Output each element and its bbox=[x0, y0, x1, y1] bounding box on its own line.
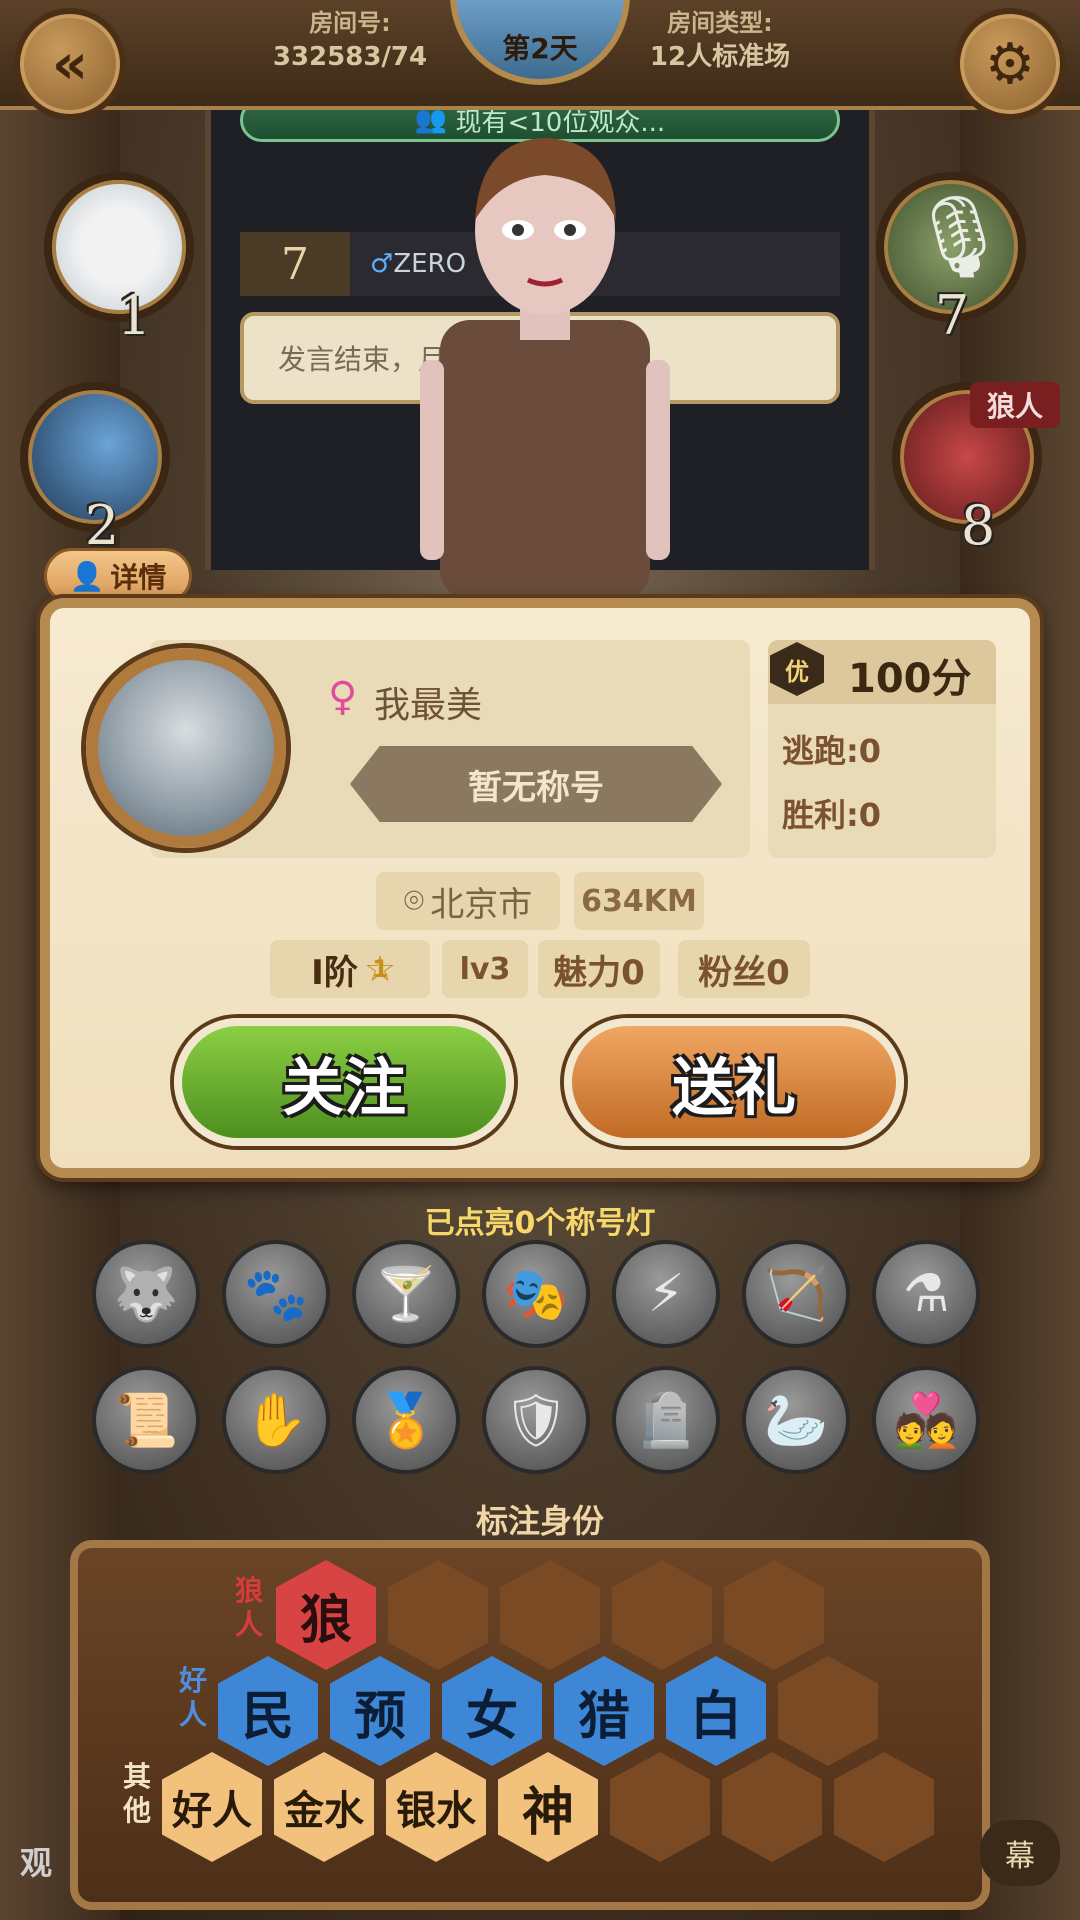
location-pin-icon: ⌾ bbox=[403, 881, 425, 921]
send-gift-button[interactable]: 送礼 bbox=[564, 1018, 904, 1146]
back-button[interactable]: « bbox=[14, 8, 126, 120]
glove-icon[interactable]: ✋ bbox=[222, 1366, 330, 1474]
tombstone-icon[interactable]: 🪦 bbox=[612, 1366, 720, 1474]
location-chip: ⌾ 北京市 bbox=[376, 872, 560, 930]
female-icon: ♀ bbox=[328, 674, 358, 720]
user-icon: 👤 bbox=[69, 559, 105, 593]
mask-icon[interactable]: 🎭 bbox=[482, 1240, 590, 1348]
male-icon: ♂ bbox=[370, 249, 394, 279]
profile-avatar bbox=[86, 648, 286, 848]
wolf-tag: 狼人 bbox=[970, 382, 1060, 428]
good-row-label: 好人 bbox=[178, 1664, 207, 1731]
charm-chip: 魅力0 bbox=[538, 940, 660, 998]
seat-number: 8 bbox=[960, 494, 996, 557]
rank-chip: I阶 ☆ 1 bbox=[270, 940, 430, 998]
title-lights-label: 已点亮0个称号灯 bbox=[424, 1206, 656, 1241]
speaking-character bbox=[420, 138, 670, 600]
werewolf-icon[interactable]: 🐾 bbox=[222, 1240, 330, 1348]
distance-chip: 634KM bbox=[574, 872, 704, 930]
escape-count: 逃跑:0 bbox=[782, 732, 882, 770]
potion-icon[interactable]: 🍸 bbox=[352, 1240, 460, 1348]
wolf-row-label: 狼人 bbox=[234, 1574, 263, 1641]
detail-tag: 👤 详情 bbox=[44, 548, 192, 604]
settings-button[interactable]: ⚙ bbox=[954, 8, 1066, 120]
back-arrow-icon: « bbox=[51, 31, 89, 97]
swan-icon[interactable]: 🦢 bbox=[742, 1366, 850, 1474]
room-number: 房间号: 332583/74 bbox=[272, 9, 428, 72]
room-type: 房间类型: 12人标准场 bbox=[649, 9, 791, 72]
other-row-label: 其他 bbox=[122, 1760, 151, 1827]
profile-nickname: 我最美 bbox=[374, 685, 483, 726]
fans-chip: 粉丝0 bbox=[678, 940, 810, 998]
profile-score: 100分 bbox=[848, 656, 972, 702]
gear-icon: ⚙ bbox=[984, 31, 1036, 97]
couple-icon[interactable]: 💑 bbox=[872, 1366, 980, 1474]
chat-speaker-number: 7 bbox=[240, 232, 350, 296]
scroll-icon[interactable]: 📜 bbox=[92, 1366, 200, 1474]
title-lights-grid: 🐺 🐾 🍸 🎭 ⚡ 🏹 ⚗ 📜 ✋ 🏅 🛡 🪦 🦢 💑 bbox=[92, 1240, 992, 1474]
profile-title-banner: 暂无称号 bbox=[350, 746, 722, 822]
seat-number: 7 bbox=[934, 284, 970, 347]
identity-label: 标注身份 bbox=[475, 1502, 604, 1540]
barrage-button[interactable]: 幕 bbox=[980, 1820, 1060, 1886]
win-count: 胜利:0 bbox=[782, 796, 882, 834]
level-chip: lv3 bbox=[442, 940, 528, 998]
medal-icon[interactable]: 🏅 bbox=[352, 1366, 460, 1474]
bottles-icon[interactable]: ⚗ bbox=[872, 1240, 980, 1348]
claw-icon[interactable]: ⚡ bbox=[612, 1240, 720, 1348]
crossbow-icon[interactable]: 🏹 bbox=[742, 1240, 850, 1348]
bottom-left-label: 观 bbox=[20, 1844, 53, 1882]
follow-button[interactable]: 关注 bbox=[174, 1018, 514, 1146]
shield-sword-icon[interactable]: 🛡 bbox=[482, 1366, 590, 1474]
seat-number: 1 bbox=[116, 284, 152, 347]
wolf-icon[interactable]: 🐺 bbox=[92, 1240, 200, 1348]
